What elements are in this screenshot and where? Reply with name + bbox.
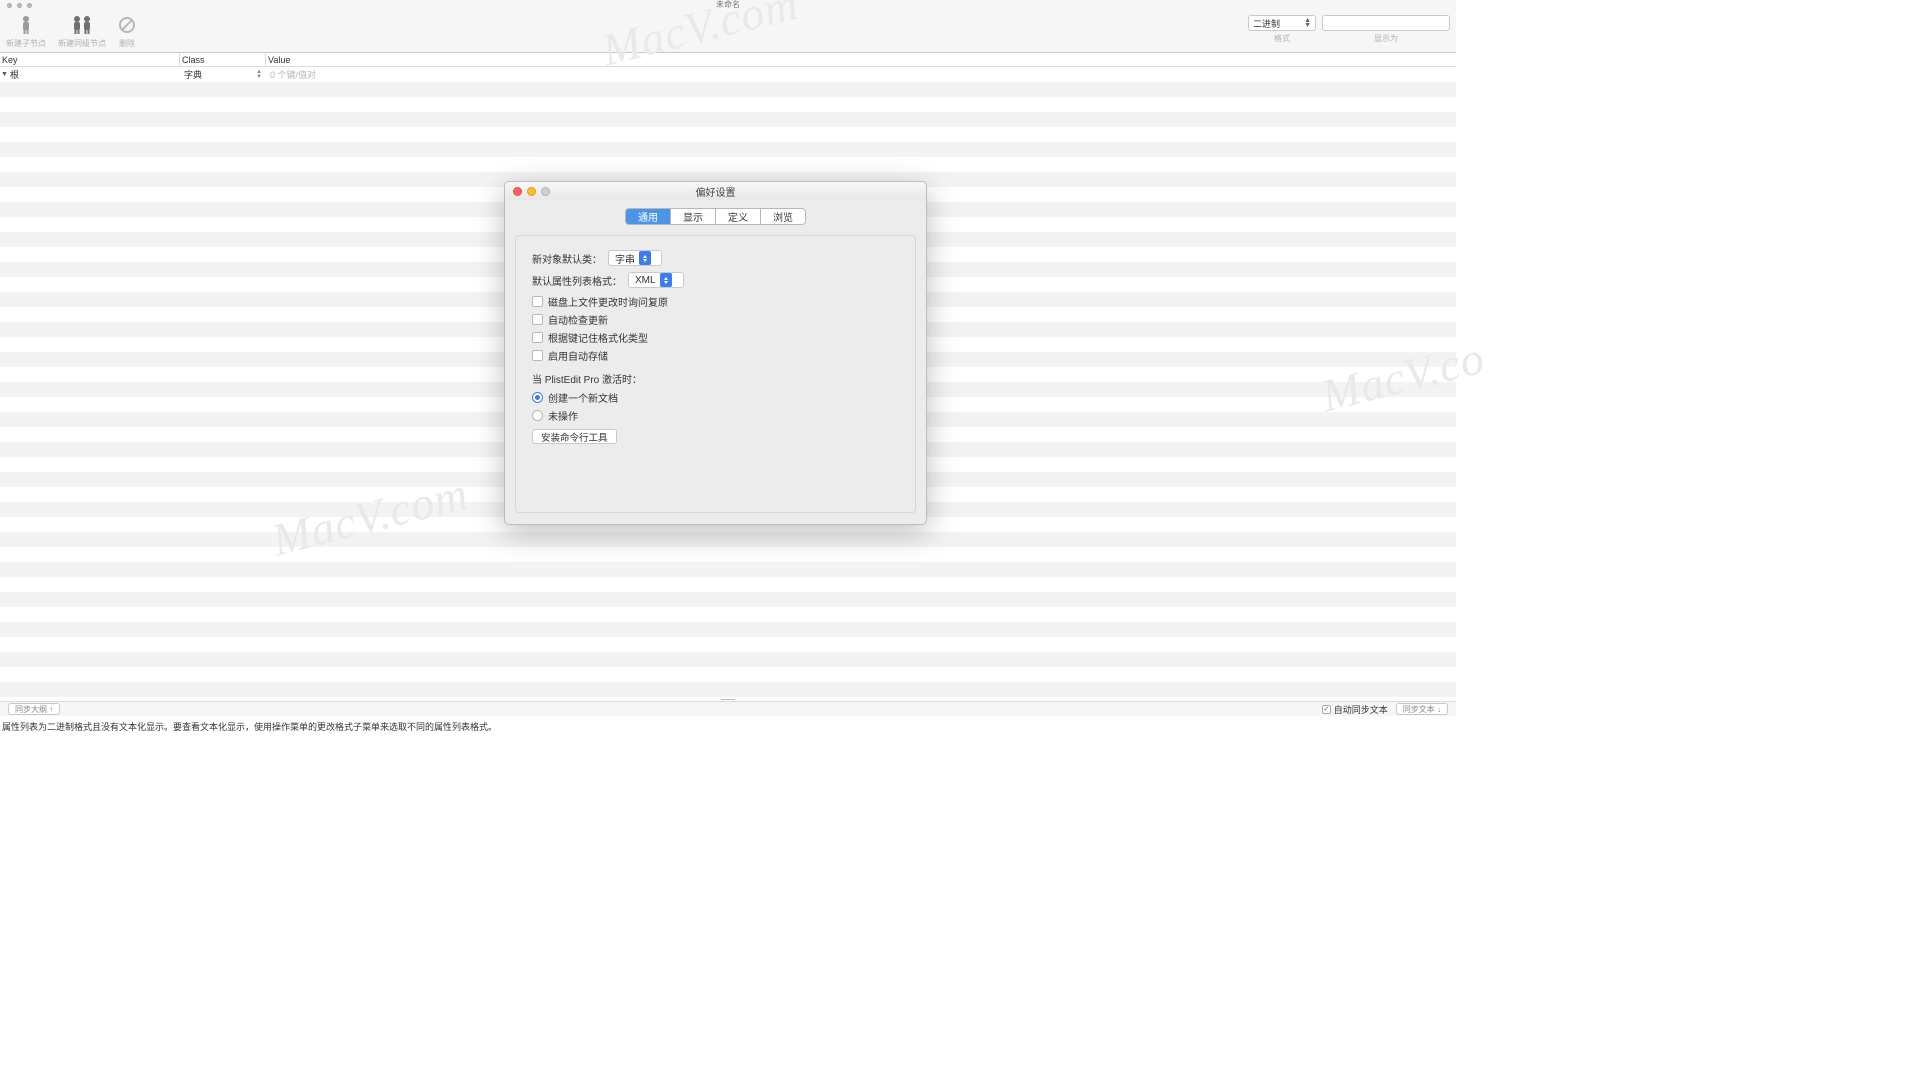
display-as-input[interactable] bbox=[1322, 15, 1450, 31]
delete-label: 删除 bbox=[119, 38, 135, 49]
new-sibling-button[interactable]: 新建同级节点 bbox=[58, 14, 106, 49]
row-key-text: 根 bbox=[10, 68, 19, 81]
chk-restore-label: 磁盘上文件更改时询问复原 bbox=[548, 294, 668, 309]
activate-label: 当 PlistEdit Pro 激活时： bbox=[532, 371, 899, 386]
row-value: 0 个键/值对 bbox=[266, 68, 1456, 81]
tab-definition[interactable]: 定义 bbox=[716, 209, 761, 224]
people-icon bbox=[71, 14, 93, 36]
updown-icon bbox=[639, 251, 651, 265]
new-child-label: 新建子节点 bbox=[6, 38, 46, 49]
prefs-titlebar: 偏好设置 bbox=[505, 182, 926, 200]
column-class[interactable]: Class bbox=[180, 53, 266, 66]
checkbox-icon bbox=[532, 332, 543, 343]
radio-icon bbox=[532, 410, 543, 421]
default-class-select[interactable]: 字串 bbox=[608, 250, 662, 266]
disclosure-triangle-icon[interactable]: ▼ bbox=[1, 71, 8, 78]
display-as-label: 显示为 bbox=[1322, 33, 1450, 44]
row-key[interactable]: ▼ 根 bbox=[0, 68, 180, 81]
format-select[interactable]: 二进制 ▲▼ bbox=[1248, 15, 1316, 31]
tab-display[interactable]: 显示 bbox=[671, 209, 716, 224]
new-child-button[interactable]: 新建子节点 bbox=[6, 14, 46, 49]
prefs-title: 偏好设置 bbox=[505, 184, 926, 199]
tab-general[interactable]: 通用 bbox=[626, 209, 671, 224]
install-cli-button[interactable]: 安装命令行工具 bbox=[532, 429, 617, 444]
prefs-tabs: 通用 显示 定义 浏览 bbox=[505, 208, 926, 225]
tab-browse[interactable]: 浏览 bbox=[761, 209, 805, 224]
chk-autosave-label: 启用自动存储 bbox=[548, 348, 608, 363]
column-value[interactable]: Value bbox=[266, 53, 1456, 66]
prefs-pane: 新对象默认类： 字串 默认属性列表格式： XML 磁盘上文件更改时询问复原 bbox=[515, 235, 916, 513]
chk-update[interactable]: 自动检查更新 bbox=[532, 312, 899, 327]
auto-sync-label: 自动同步文本 bbox=[1334, 703, 1388, 716]
auto-sync-checkbox[interactable]: ✓ 自动同步文本 bbox=[1322, 703, 1388, 716]
radio-icon bbox=[532, 392, 543, 403]
checkbox-icon bbox=[532, 296, 543, 307]
column-headers: Key Class Value bbox=[0, 53, 1456, 67]
chk-update-label: 自动检查更新 bbox=[548, 312, 608, 327]
updown-icon bbox=[660, 273, 672, 287]
column-key[interactable]: Key bbox=[0, 53, 180, 66]
format-select-value: 二进制 bbox=[1253, 17, 1280, 30]
delete-button[interactable]: 删除 bbox=[118, 14, 136, 49]
row-class-select[interactable]: 字典 ▲▼ bbox=[180, 68, 266, 81]
window-title: 未命名 bbox=[0, 0, 1456, 10]
radio-noop-label: 未操作 bbox=[548, 408, 578, 423]
toolbar: 新建子节点 新建同级节点 删除 二进制 ▲▼ bbox=[0, 11, 1456, 53]
default-format-label: 默认属性列表格式： bbox=[532, 273, 622, 288]
radio-new-doc[interactable]: 创建一个新文档 bbox=[532, 390, 899, 405]
new-sibling-label: 新建同级节点 bbox=[58, 38, 106, 49]
default-format-value: XML bbox=[635, 275, 656, 286]
toolbar-right: 二进制 ▲▼ 格式 显示为 bbox=[1248, 15, 1450, 44]
forbid-icon bbox=[118, 14, 136, 36]
radio-noop[interactable]: 未操作 bbox=[532, 408, 899, 423]
bottom-bar: 同步大纲 ↑ ✓ 自动同步文本 同步文本 ↓ bbox=[0, 701, 1456, 716]
default-class-value: 字串 bbox=[615, 251, 635, 266]
main-titlebar: 未命名 bbox=[0, 0, 1456, 11]
radio-new-doc-label: 创建一个新文档 bbox=[548, 390, 618, 405]
chk-restore[interactable]: 磁盘上文件更改时询问复原 bbox=[532, 294, 899, 309]
default-class-label: 新对象默认类： bbox=[532, 251, 602, 266]
checkbox-icon bbox=[532, 314, 543, 325]
updown-icon: ▲▼ bbox=[256, 70, 262, 80]
split-drag-handle[interactable] bbox=[713, 697, 743, 701]
format-label: 格式 bbox=[1248, 33, 1316, 44]
default-format-select[interactable]: XML bbox=[628, 272, 684, 288]
info-text: 属性列表为二进制格式且没有文本化显示。要查看文本化显示，使用操作菜单的更改格式子… bbox=[0, 716, 1456, 737]
row-class-text: 字典 bbox=[184, 68, 202, 81]
checkbox-icon: ✓ bbox=[1322, 705, 1331, 714]
sync-outline-button[interactable]: 同步大纲 ↑ bbox=[8, 703, 60, 715]
updown-icon: ▲▼ bbox=[1304, 18, 1311, 28]
sync-text-button[interactable]: 同步文本 ↓ bbox=[1396, 703, 1448, 715]
preferences-dialog: 偏好设置 通用 显示 定义 浏览 新对象默认类： 字串 默认属性列表格式： bbox=[504, 181, 927, 525]
person-icon bbox=[20, 14, 32, 36]
chk-format-by-key-label: 根据键记住格式化类型 bbox=[548, 330, 648, 345]
chk-format-by-key[interactable]: 根据键记住格式化类型 bbox=[532, 330, 899, 345]
chk-autosave[interactable]: 启用自动存储 bbox=[532, 348, 899, 363]
table-row[interactable]: ▼ 根 字典 ▲▼ 0 个键/值对 bbox=[0, 67, 1456, 82]
checkbox-icon bbox=[532, 350, 543, 361]
